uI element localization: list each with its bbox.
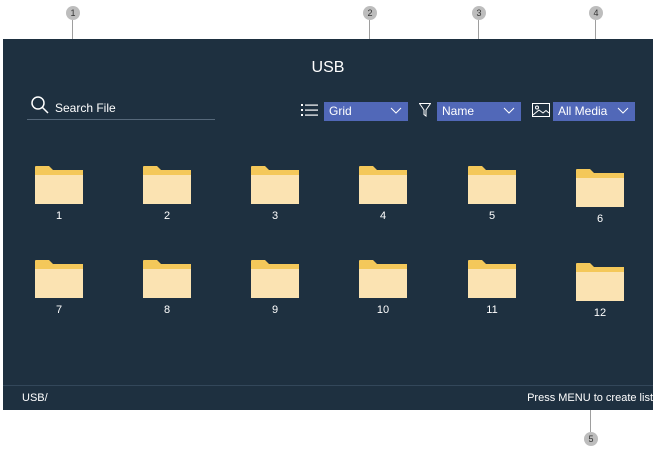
page-title: USB — [311, 59, 345, 76]
folder-item[interactable]: 12 — [576, 263, 624, 319]
folder-label: 4 — [379, 210, 387, 222]
folder-icon — [35, 260, 83, 298]
folder-label: 10 — [376, 304, 390, 316]
media-type-value: All Media — [558, 104, 608, 118]
folder-label: 5 — [488, 210, 496, 222]
chevron-down-icon — [503, 107, 515, 114]
folder-label: 11 — [486, 304, 498, 316]
folder-label: 3 — [271, 210, 279, 222]
folder-icon — [576, 263, 624, 301]
folder-icon — [576, 169, 624, 207]
callout-5: 5 — [584, 432, 598, 446]
callout-1: 1 — [66, 6, 80, 20]
image-icon — [532, 103, 550, 117]
folder-item[interactable]: 1 — [35, 166, 83, 222]
folder-item[interactable]: 7 — [35, 260, 83, 316]
folder-item[interactable]: 8 — [143, 260, 191, 316]
folder-item[interactable]: 6 — [576, 169, 624, 225]
folder-item[interactable]: 10 — [359, 260, 407, 316]
filter-icon — [419, 103, 431, 117]
callout-3: 3 — [472, 6, 486, 20]
folder-item[interactable]: 2 — [143, 166, 191, 222]
list-icon — [301, 104, 318, 116]
current-path: USB/ — [22, 392, 48, 404]
folder-icon — [251, 166, 299, 204]
folder-item[interactable]: 3 — [251, 166, 299, 222]
menu-hint: Press MENU to create list — [527, 392, 653, 404]
folder-label: 8 — [163, 304, 171, 316]
footer-divider — [3, 385, 653, 386]
chevron-down-icon — [390, 107, 402, 114]
folder-icon — [35, 166, 83, 204]
sort-dropdown[interactable]: Name — [437, 102, 521, 121]
folder-label: 6 — [596, 213, 604, 225]
folder-label: 7 — [55, 304, 63, 316]
folder-label: 1 — [55, 210, 63, 222]
folder-label: 2 — [163, 210, 171, 222]
chevron-down-icon — [617, 107, 629, 114]
folder-icon — [359, 260, 407, 298]
usb-browser-screen: USB Search File Grid Name All Media 1 2 … — [3, 39, 653, 410]
folder-icon — [143, 166, 191, 204]
folder-item[interactable]: 5 — [468, 166, 516, 222]
view-mode-dropdown[interactable]: Grid — [324, 102, 408, 121]
folder-icon — [468, 260, 516, 298]
search-label: Search File — [55, 101, 116, 115]
folder-label: 9 — [271, 304, 279, 316]
sort-value: Name — [442, 104, 475, 118]
folder-icon — [468, 166, 516, 204]
search-icon — [31, 96, 49, 114]
folder-item[interactable]: 11 — [468, 260, 516, 316]
folder-icon — [251, 260, 299, 298]
callout-2: 2 — [363, 6, 377, 20]
folder-item[interactable]: 4 — [359, 166, 407, 222]
view-mode-value: Grid — [329, 104, 352, 118]
callout-line-5 — [590, 408, 591, 432]
folder-icon — [143, 260, 191, 298]
folder-label: 12 — [593, 307, 607, 319]
folder-icon — [359, 166, 407, 204]
media-type-dropdown[interactable]: All Media — [553, 102, 635, 121]
callout-4: 4 — [589, 6, 603, 20]
folder-item[interactable]: 9 — [251, 260, 299, 316]
search-file-field[interactable]: Search File — [27, 95, 215, 120]
